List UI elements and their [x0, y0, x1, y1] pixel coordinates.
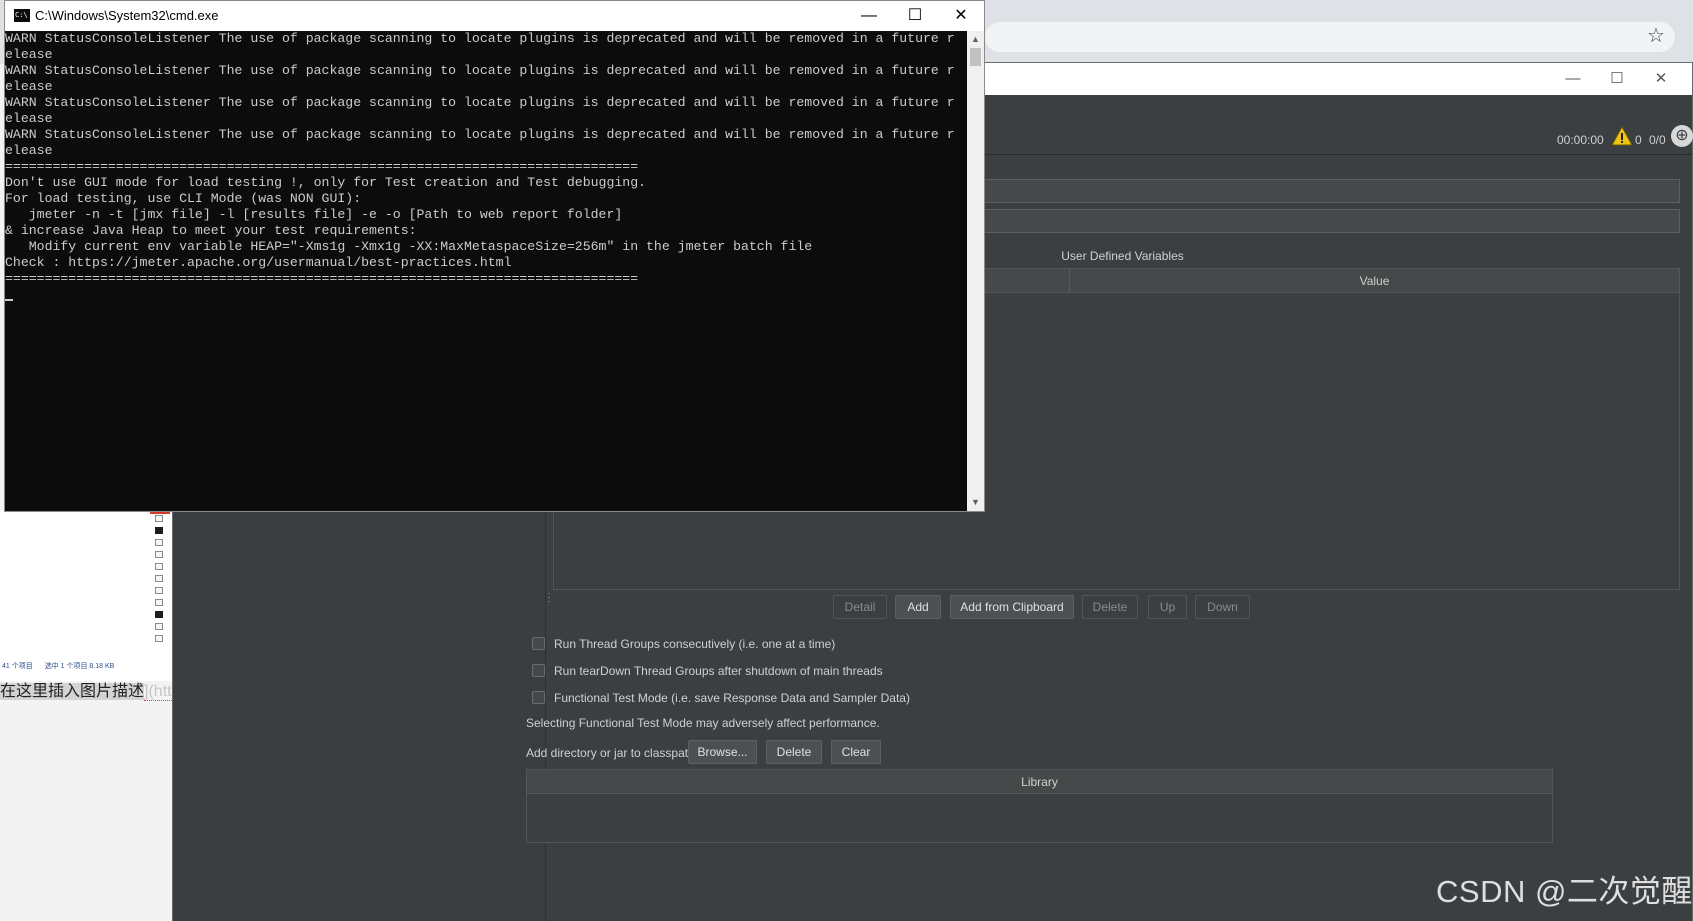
console-line: Don't use GUI mode for load testing !, o… — [5, 175, 647, 190]
cmd-console-output[interactable]: WARN StatusConsoleListener The use of pa… — [5, 31, 967, 511]
console-line: ========================================… — [5, 159, 639, 174]
library-column-header[interactable]: Library — [527, 770, 1552, 794]
functional-mode-note: Selecting Functional Test Mode may adver… — [526, 716, 880, 730]
checkbox-box[interactable] — [532, 664, 545, 677]
run-consecutively-checkbox[interactable]: Run Thread Groups consecutively (i.e. on… — [532, 636, 835, 652]
checkbox-box[interactable] — [532, 637, 545, 650]
explorer-selection-info: 选中 1 个项目 8.18 KB — [44, 663, 115, 670]
cmd-window-title: C:\Windows\System32\cmd.exe — [35, 8, 219, 23]
drag-handle-icon[interactable]: · · · — [547, 589, 551, 606]
console-line: WARN StatusConsoleListener The use of pa… — [5, 127, 955, 142]
delete-variable-button[interactable]: Delete — [1082, 595, 1138, 619]
console-line: Modify current env variable HEAP="-Xms1g… — [5, 239, 813, 254]
jmeter-close-button[interactable]: ✕ — [1641, 67, 1681, 91]
cmd-titlebar[interactable]: C:\ C:\Windows\System32\cmd.exe — ☐ ✕ — [5, 1, 984, 31]
scroll-thumb[interactable] — [970, 48, 981, 66]
scroll-down-arrow-icon[interactable]: ▼ — [967, 494, 984, 511]
console-line: WARN StatusConsoleListener The use of pa… — [5, 95, 955, 110]
checkbox-label: Run Thread Groups consecutively (i.e. on… — [554, 637, 836, 651]
library-table[interactable]: Library — [526, 769, 1553, 843]
functional-mode-checkbox[interactable]: Functional Test Mode (i.e. save Response… — [532, 690, 910, 706]
explorer-item-count: 41 个项目 — [2, 663, 33, 670]
checkbox-label: Run tearDown Thread Groups after shutdow… — [554, 664, 883, 678]
checkbox-label: Functional Test Mode (i.e. save Response… — [554, 691, 910, 705]
classpath-label: Add directory or jar to classpath — [526, 746, 695, 760]
clear-classpath-button[interactable]: Clear — [831, 740, 881, 764]
console-line: elease — [5, 111, 53, 126]
browser-tab-strip — [990, 0, 1693, 14]
error-count: 0 — [1635, 133, 1642, 147]
editor-link-text: ](htt — [144, 683, 172, 701]
console-line: elease — [5, 79, 53, 94]
cmd-window: C:\ C:\Windows\System32\cmd.exe — ☐ ✕ WA… — [4, 0, 985, 512]
file-icon[interactable] — [155, 551, 163, 558]
down-button[interactable]: Down — [1195, 595, 1250, 619]
markdown-editor-line[interactable]: 在这里插入图片描述](htt — [0, 680, 172, 704]
console-line: jmeter -n -t [jmx file] -l [results file… — [5, 207, 623, 222]
file-icon[interactable] — [155, 539, 163, 546]
console-cursor — [5, 299, 13, 301]
file-icon[interactable] — [155, 563, 163, 570]
file-icon[interactable] — [155, 575, 163, 582]
add-button[interactable]: Add — [895, 595, 941, 619]
detail-button[interactable]: Detail — [833, 595, 887, 619]
add-from-clipboard-button[interactable]: Add from Clipboard — [950, 595, 1074, 619]
file-icon[interactable] — [155, 587, 163, 594]
console-line: elease — [5, 47, 53, 62]
console-lines: WARN StatusConsoleListener The use of pa… — [5, 31, 967, 287]
checkbox-box[interactable] — [532, 691, 545, 704]
bookmark-star-icon[interactable]: ☆ — [1644, 24, 1668, 48]
cmd-scrollbar[interactable]: ▲ ▼ — [967, 31, 984, 511]
file-explorer-fragment — [0, 510, 172, 681]
file-icon[interactable] — [155, 515, 163, 522]
up-button[interactable]: Up — [1148, 595, 1187, 619]
file-icon[interactable] — [155, 599, 163, 606]
jmeter-minimize-button[interactable]: — — [1553, 67, 1593, 91]
explorer-file-icons — [155, 515, 167, 670]
cmd-app-icon: C:\ — [14, 9, 30, 22]
console-line: & increase Java Heap to meet your test r… — [5, 223, 417, 238]
console-line: elease — [5, 143, 53, 158]
warning-icon[interactable] — [1611, 125, 1633, 147]
file-icon[interactable] — [155, 527, 163, 534]
cmd-minimize-button[interactable]: — — [847, 4, 891, 28]
explorer-status-bar: 41 个项目 选中 1 个项目 8.18 KB — [2, 661, 172, 673]
active-threads: 0/0 — [1649, 133, 1666, 147]
console-line: WARN StatusConsoleListener The use of pa… — [5, 63, 955, 78]
console-line: WARN StatusConsoleListener The use of pa… — [5, 31, 955, 46]
scroll-up-arrow-icon[interactable]: ▲ — [967, 31, 984, 48]
cmd-close-button[interactable]: ✕ — [939, 4, 983, 28]
file-icon[interactable] — [155, 623, 163, 630]
page-background — [0, 704, 172, 921]
browse-button[interactable]: Browse... — [688, 740, 757, 764]
file-icon[interactable] — [155, 635, 163, 642]
jmeter-maximize-button[interactable]: ☐ — [1597, 67, 1637, 91]
console-line: For load testing, use CLI Mode (was NON … — [5, 191, 362, 206]
column-header-value[interactable]: Value — [1070, 269, 1679, 293]
remote-globe-icon[interactable]: ⊕ — [1671, 125, 1693, 147]
csdn-watermark: CSDN @二次觉醒 — [1436, 874, 1693, 909]
cmd-maximize-button[interactable]: ☐ — [893, 4, 937, 28]
run-teardown-checkbox[interactable]: Run tearDown Thread Groups after shutdow… — [532, 663, 883, 679]
browser-address-bar[interactable] — [985, 22, 1675, 52]
file-icon[interactable] — [155, 611, 163, 618]
elapsed-time: 00:00:00 — [1557, 133, 1604, 147]
delete-classpath-button[interactable]: Delete — [766, 740, 822, 764]
console-line: ========================================… — [5, 271, 639, 286]
console-line: Check : https://jmeter.apache.org/userma… — [5, 255, 512, 270]
editor-selected-text: 在这里插入图片描述 — [0, 683, 145, 700]
